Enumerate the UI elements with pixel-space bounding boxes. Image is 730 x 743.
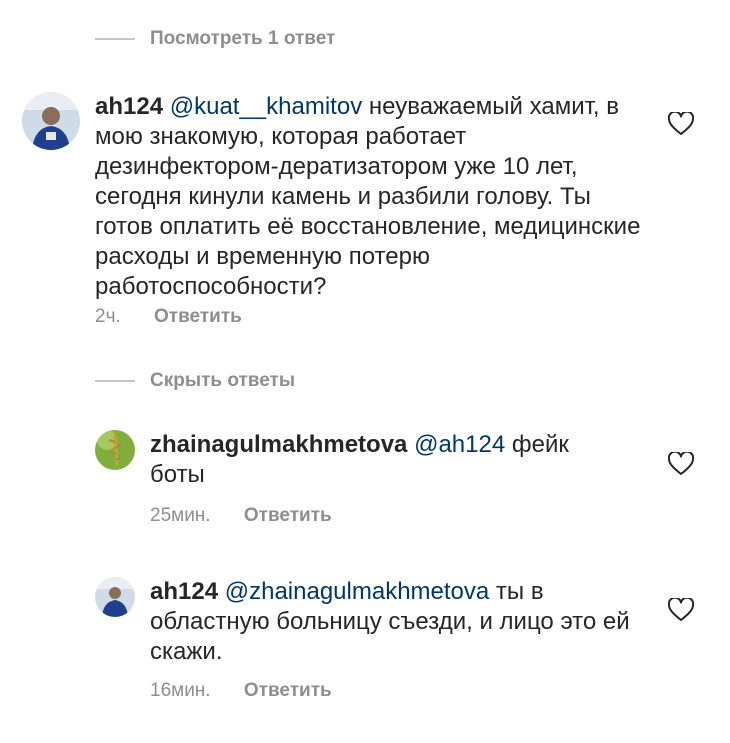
comment-username[interactable]: zhainagulmakhmetova <box>150 431 407 458</box>
avatar[interactable] <box>95 577 135 617</box>
reply-button[interactable]: Ответить <box>244 680 332 701</box>
comment-timestamp: 16мин. <box>150 680 211 701</box>
avatar[interactable] <box>95 430 135 470</box>
comment-meta: 16мин. Ответить <box>150 680 332 702</box>
comment-mention[interactable]: @kuat__khamitov <box>170 93 362 120</box>
reply-button[interactable]: Ответить <box>154 306 242 327</box>
thread-divider-line <box>95 380 135 382</box>
comment-body: ah124 @zhainagulmakhmetova ты в областну… <box>150 577 640 667</box>
comment-username[interactable]: ah124 <box>150 578 218 605</box>
view-replies-button[interactable]: Посмотреть 1 ответ <box>150 28 335 50</box>
comment-timestamp: 2ч. <box>95 306 121 327</box>
comment-meta: 25мин. Ответить <box>150 505 332 527</box>
comment-mention[interactable]: @ah124 <box>414 431 505 458</box>
reply-button[interactable]: Ответить <box>244 505 332 526</box>
like-heart-icon[interactable] <box>668 598 694 622</box>
comment-username[interactable]: ah124 <box>95 93 163 120</box>
like-heart-icon[interactable] <box>668 112 694 136</box>
comment-body: ah124 @kuat__khamitov неуважаемый хамит,… <box>95 92 650 302</box>
comment-mention[interactable]: @zhainagulmakhmetova <box>225 578 490 605</box>
comment-meta: 2ч. Ответить <box>95 306 242 328</box>
comment-timestamp: 25мин. <box>150 505 211 526</box>
like-heart-icon[interactable] <box>668 452 694 476</box>
comment-body: zhainagulmakhmetova @ah124 фейк боты <box>150 430 630 490</box>
avatar[interactable] <box>22 92 80 150</box>
thread-divider-line <box>95 38 135 40</box>
comment-text: неуважаемый хамит, в мою знакомую, котор… <box>95 93 641 300</box>
hide-replies-button[interactable]: Скрыть ответы <box>150 370 295 392</box>
